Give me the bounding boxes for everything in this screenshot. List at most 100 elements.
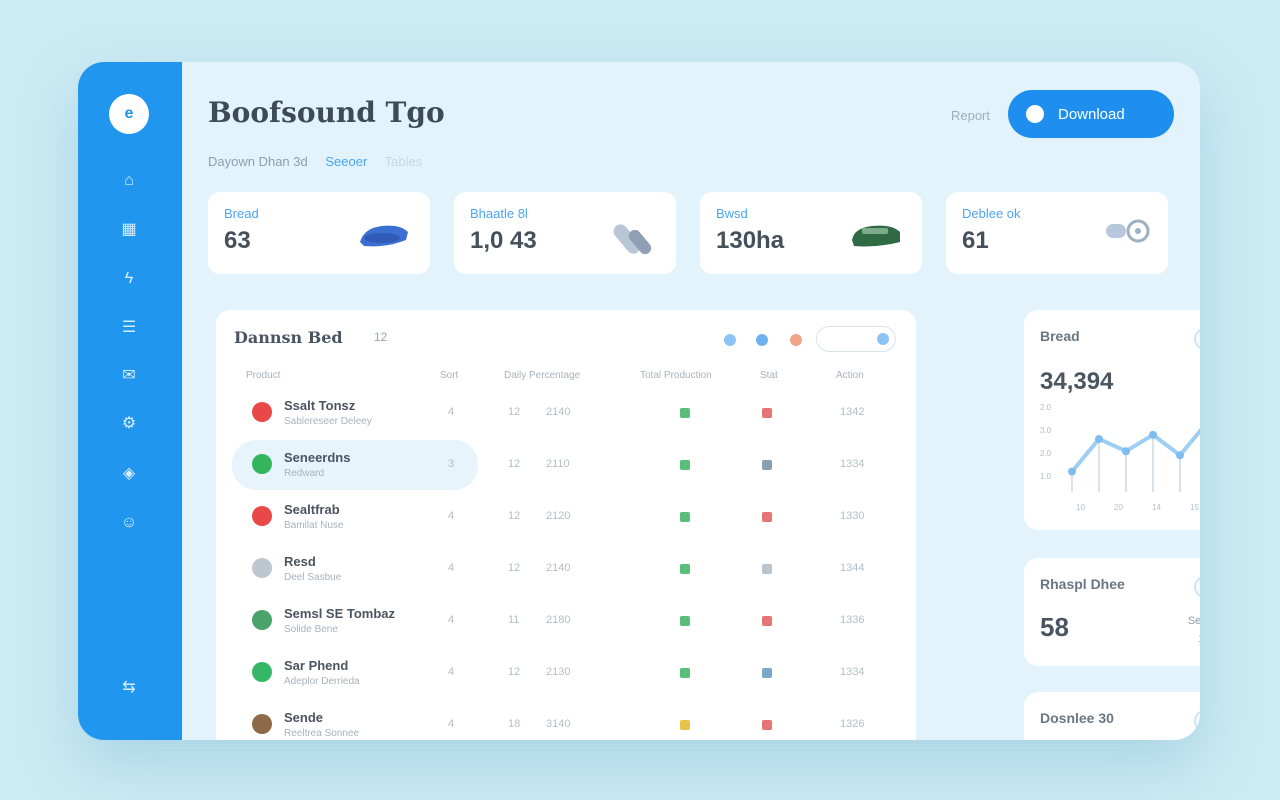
gear-icon[interactable]: ⚙ bbox=[116, 410, 142, 436]
download-icon bbox=[1026, 105, 1044, 123]
stat-indicator bbox=[762, 616, 772, 626]
alert-icon[interactable] bbox=[790, 334, 802, 346]
row-action[interactable]: 1336 bbox=[840, 614, 864, 626]
row-daily-b: 2180 bbox=[546, 614, 571, 626]
summary-card-title: Rhaspl Dhee bbox=[1040, 576, 1125, 592]
collapse-icon[interactable]: ⇆ bbox=[116, 674, 142, 700]
row-sort: 4 bbox=[448, 614, 455, 626]
user-icon[interactable]: ☺ bbox=[116, 510, 142, 536]
row-sort: 4 bbox=[448, 666, 455, 678]
lightning-icon[interactable]: ϟ bbox=[116, 266, 142, 292]
production-indicator bbox=[680, 616, 690, 626]
app-window: e ⌂ ▦ ϟ ☰ ✉ ⚙ ◈ ☺ ⇆ Boofsound Tgo Dayown… bbox=[78, 62, 1200, 740]
download-button[interactable]: Download bbox=[1008, 90, 1174, 138]
layers-icon[interactable]: ☰ bbox=[116, 314, 142, 340]
summary-card-toggle[interactable] bbox=[1194, 576, 1200, 598]
row-action[interactable]: 1326 bbox=[840, 718, 864, 730]
view-icon[interactable] bbox=[756, 334, 768, 346]
x-tick-label: 14 bbox=[1152, 503, 1161, 512]
row-daily-a: 12 bbox=[508, 458, 521, 470]
y-tick-label: 3.0 bbox=[1040, 426, 1052, 435]
table-row[interactable]: Semsl SE Tombaz Solide Bene 4 11 2180 1336 bbox=[232, 596, 900, 646]
row-daily-a: 12 bbox=[508, 666, 521, 678]
row-action[interactable]: 1330 bbox=[840, 510, 864, 522]
row-daily-a: 12 bbox=[508, 510, 521, 522]
row-action[interactable]: 1334 bbox=[840, 666, 864, 678]
stat-card[interactable]: Bwsd 130ha bbox=[700, 192, 922, 274]
table-row[interactable]: Ssalt Tonsz Sablereseer Deleey 4 12 2140 1342 bbox=[232, 388, 900, 438]
stat-indicator bbox=[762, 720, 772, 730]
row-daily-b: 2140 bbox=[546, 562, 571, 574]
column-header[interactable]: Sort bbox=[440, 370, 458, 381]
summary-meta-line: Seated 16 bbox=[1187, 615, 1200, 627]
stat-card[interactable]: Bread 63 bbox=[208, 192, 430, 274]
row-action[interactable]: 1334 bbox=[840, 458, 864, 470]
data-point[interactable] bbox=[1176, 451, 1184, 460]
table-count: 12 bbox=[374, 330, 388, 344]
breadcrumb-item[interactable]: Tables bbox=[385, 154, 423, 169]
row-subtitle: Sablereseer Deleey bbox=[284, 416, 372, 427]
row-name: Ssalt Tonsz bbox=[284, 398, 356, 413]
table-search-input[interactable] bbox=[816, 326, 896, 352]
stat-indicator bbox=[762, 564, 772, 574]
table-title: Dannsn Bed bbox=[234, 328, 343, 347]
status-dot bbox=[252, 662, 272, 682]
chart-icon[interactable]: ◈ bbox=[116, 460, 142, 486]
x-tick-label: 15 bbox=[1190, 503, 1199, 512]
grid-icon[interactable]: ▦ bbox=[116, 216, 142, 242]
column-header[interactable]: Stat bbox=[760, 370, 778, 381]
row-name: Sealtfrab bbox=[284, 502, 340, 517]
stat-indicator bbox=[762, 512, 772, 522]
summary-card: Rhaspl Dhee 58 Seated 16 10 1850 bbox=[1024, 558, 1200, 666]
row-action[interactable]: 1342 bbox=[840, 406, 864, 418]
breadcrumb-item[interactable]: Dayown Dhan 3d bbox=[208, 154, 308, 169]
status-dot bbox=[252, 558, 272, 578]
row-sort: 4 bbox=[448, 406, 455, 418]
logo-icon[interactable]: e bbox=[109, 94, 149, 134]
data-point[interactable] bbox=[1068, 467, 1076, 476]
row-action[interactable]: 1344 bbox=[840, 562, 864, 574]
capsule-icon bbox=[613, 224, 652, 255]
row-subtitle: Reeltrea Sonnee bbox=[284, 728, 360, 739]
row-subtitle: Adeplor Derrieda bbox=[284, 676, 360, 687]
data-point[interactable] bbox=[1095, 434, 1103, 443]
data-point[interactable] bbox=[1122, 447, 1130, 456]
products-table: Dannsn Bed 12 Product Sort Daily Percent… bbox=[216, 310, 916, 740]
table-row[interactable]: Sealtfrab Bamilat Nuse 4 12 2120 1330 bbox=[232, 492, 900, 542]
row-daily-b: 2110 bbox=[546, 458, 570, 470]
table-row[interactable]: Sende Reeltrea Sonnee 4 18 3140 1326 bbox=[232, 700, 900, 740]
row-name: Resd bbox=[284, 554, 316, 569]
row-daily-b: 2140 bbox=[546, 406, 571, 418]
row-daily-a: 11 bbox=[508, 614, 520, 626]
column-header[interactable]: Total Production bbox=[640, 370, 712, 381]
status-dot bbox=[252, 454, 272, 474]
trend-card-toggle[interactable] bbox=[1194, 328, 1200, 350]
table-row[interactable]: Resd Deel Sasbue 4 12 2140 1344 bbox=[232, 544, 900, 594]
column-header[interactable]: Product bbox=[246, 370, 280, 381]
bottom-card-toggle[interactable] bbox=[1194, 710, 1200, 732]
page-title: Boofsound Tgo bbox=[208, 96, 445, 129]
stat-card[interactable]: Bhaatle 8l 1,0 43 bbox=[454, 192, 676, 274]
car-blue-icon bbox=[360, 225, 408, 247]
x-tick-label: 20 bbox=[1114, 503, 1123, 512]
stat-card[interactable]: Deblee ok 61 bbox=[946, 192, 1168, 274]
column-header[interactable]: Daily Percentage bbox=[504, 370, 580, 381]
filter-icon[interactable] bbox=[724, 334, 736, 346]
home-icon[interactable]: ⌂ bbox=[116, 168, 142, 194]
row-sort: 4 bbox=[448, 718, 455, 730]
status-dot bbox=[252, 402, 272, 422]
table-row[interactable]: Sar Phend Adeplor Derrieda 4 12 2130 1334 bbox=[232, 648, 900, 698]
column-header[interactable]: Action bbox=[836, 370, 864, 381]
production-indicator bbox=[680, 668, 690, 678]
trend-line-chart: 2.03.02.01.010 20 14 15 16 bbox=[1040, 403, 1200, 512]
main-content: Boofsound Tgo Dayown Dhan 3d Seeoer Tabl… bbox=[182, 62, 1200, 740]
mail-icon[interactable]: ✉ bbox=[116, 362, 142, 388]
table-row[interactable]: Seneerdns Redward 3 12 2110 1334 bbox=[232, 440, 864, 490]
download-label: Download bbox=[1058, 105, 1125, 123]
status-dot bbox=[252, 610, 272, 630]
status-dot bbox=[252, 714, 272, 734]
report-link[interactable]: Report bbox=[951, 108, 990, 123]
breadcrumb: Dayown Dhan 3d Seeoer Tables bbox=[208, 154, 436, 169]
data-point[interactable] bbox=[1149, 430, 1157, 439]
breadcrumb-item-active[interactable]: Seeoer bbox=[325, 154, 367, 169]
